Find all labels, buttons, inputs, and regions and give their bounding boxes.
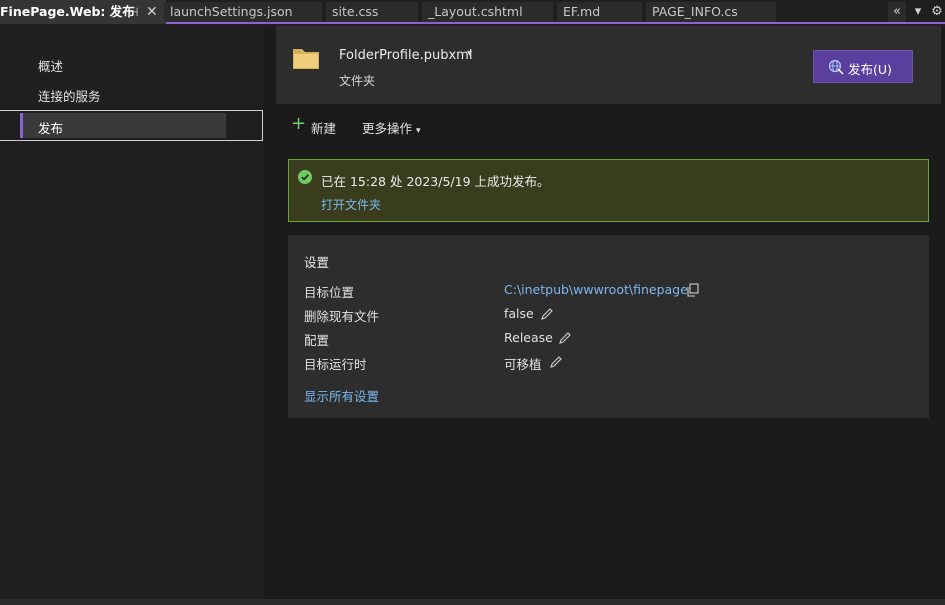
folder-icon [293, 49, 319, 69]
tab-list-dropdown-icon[interactable]: ▾ [909, 2, 927, 22]
settings-row-target-location: 目标位置 C:\inetpub\wwwroot\finepage [304, 282, 904, 300]
profile-name[interactable]: FolderProfile.pubxml [339, 48, 472, 63]
tab-page-info-cs[interactable]: PAGE_INFO.cs [646, 2, 776, 22]
tab-site-css[interactable]: site.css [326, 2, 418, 22]
publish-button[interactable]: 发布(U) [813, 50, 913, 83]
tab-layout-cshtml[interactable]: _Layout.cshtml [422, 2, 553, 22]
nav-item-publish[interactable]: 发布 [0, 110, 263, 141]
check-circle-icon [298, 170, 312, 184]
nav-item-overview[interactable]: 概述 [38, 56, 63, 75]
edit-icon[interactable] [540, 307, 554, 321]
more-actions-label: 更多操作 [362, 121, 413, 136]
settings-title: 设置 [304, 255, 330, 270]
settings-row-target-runtime: 目标运行时 可移植 [304, 354, 904, 372]
bottom-border [0, 599, 945, 605]
target-runtime-value: 可移植 [504, 357, 542, 372]
pin-icon[interactable]: ⊣ [128, 0, 138, 24]
new-label: 新建 [311, 121, 337, 136]
plus-icon: + [291, 113, 307, 134]
gear-icon[interactable]: ⚙ [928, 2, 945, 22]
profile-header: FolderProfile.pubxml ▾ 文件夹 发布(U) [276, 26, 941, 104]
target-location-link[interactable]: C:\inetpub\wwwroot\finepage [504, 282, 688, 297]
tab-scroll-left-icon[interactable]: « [888, 2, 906, 22]
document-tab-bar: FinePage.Web: 发布 ⊣ ✕ launchSettings.json… [0, 0, 945, 24]
close-icon[interactable]: ✕ [146, 0, 158, 24]
profile-type: 文件夹 [339, 74, 376, 88]
delete-existing-value: false [504, 306, 534, 321]
tab-ef-md[interactable]: EF.md [557, 2, 642, 22]
publish-page: FolderProfile.pubxml ▾ 文件夹 发布(U) + 新建 更多… [264, 26, 945, 599]
configuration-label: 配置 [304, 333, 330, 348]
target-location-label: 目标位置 [304, 285, 355, 300]
globe-icon [828, 59, 844, 75]
show-all-settings-link[interactable]: 显示所有设置 [304, 386, 379, 405]
left-navigation: 概述 连接的服务 发布 [0, 26, 264, 605]
settings-row-delete-existing: 删除现有文件 false [304, 306, 904, 324]
edit-icon[interactable] [558, 331, 572, 345]
tab-title: FinePage.Web: 发布 [0, 4, 135, 19]
success-message: 已在 15:28 处 2023/5/19 上成功发布。 [321, 174, 550, 189]
open-folder-link[interactable]: 打开文件夹 [321, 196, 381, 213]
settings-row-configuration: 配置 Release [304, 330, 904, 348]
target-runtime-label: 目标运行时 [304, 357, 367, 372]
edit-icon[interactable] [549, 355, 563, 369]
chevron-down-icon: ▾ [416, 126, 421, 136]
tab-finepage-publish[interactable]: FinePage.Web: 发布 ⊣ ✕ [0, 0, 166, 24]
publish-button-label: 发布(U) [848, 62, 892, 77]
delete-existing-label: 删除现有文件 [304, 309, 380, 324]
settings-panel: 设置 目标位置 C:\inetpub\wwwroot\finepage 删除现有… [288, 235, 929, 418]
chevron-down-icon[interactable]: ▾ [467, 48, 472, 59]
publish-success-banner: 已在 15:28 处 2023/5/19 上成功发布。 打开文件夹 [288, 159, 929, 222]
nav-item-connected-services[interactable]: 连接的服务 [38, 86, 101, 105]
copy-icon[interactable] [686, 283, 700, 297]
configuration-value: Release [504, 330, 553, 345]
more-actions-button[interactable]: 更多操作 ▾ [362, 118, 421, 137]
tab-launchsettings[interactable]: launchSettings.json [164, 2, 322, 22]
nav-item-publish-label: 发布 [38, 121, 64, 136]
nav-item-publish-highlight: 发布 [20, 113, 226, 138]
